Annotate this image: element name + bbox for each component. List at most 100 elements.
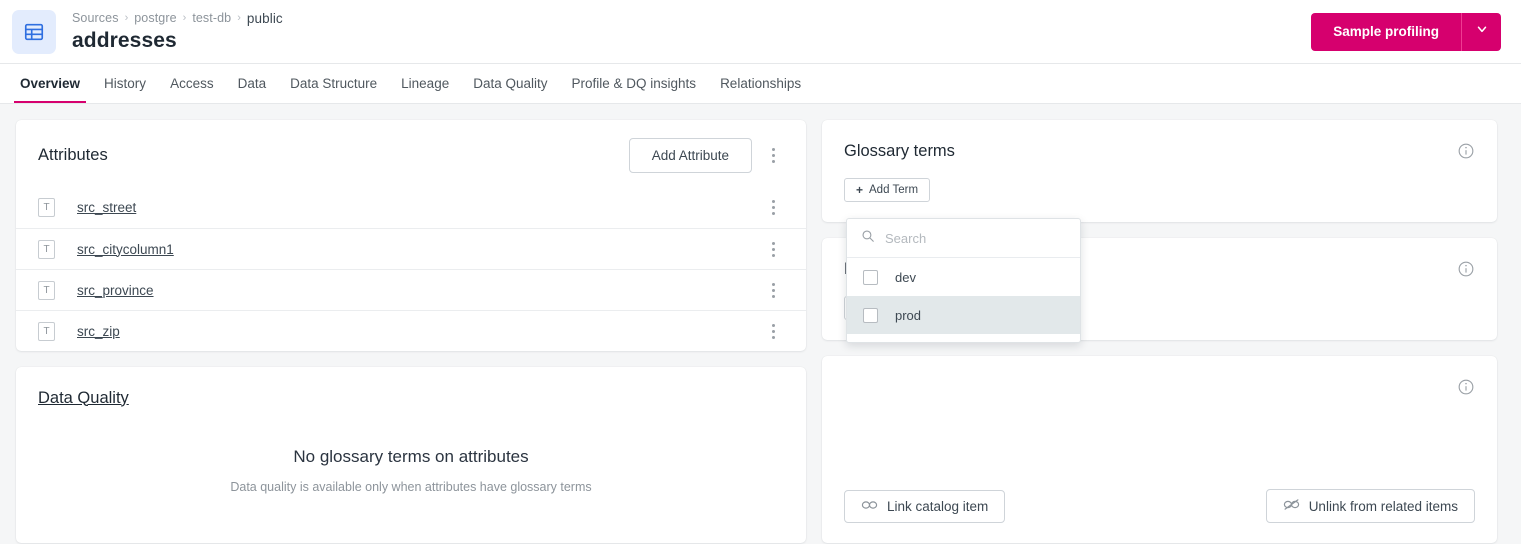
tab-relationships[interactable]: Relationships [708, 64, 813, 103]
add-term-button[interactable]: + Add Term [844, 178, 931, 202]
breadcrumb-separator: › [124, 11, 129, 24]
attribute-name-link[interactable]: src_province [77, 283, 154, 298]
glossary-terms-card-title: Glossary terms [844, 141, 955, 160]
breadcrumb-item-postgre[interactable]: postgre [134, 11, 176, 25]
link-icon [861, 499, 878, 514]
purpose-option-prod[interactable]: prod [847, 296, 1080, 334]
tab-label: Relationships [720, 76, 802, 91]
attribute-row-more-icon[interactable] [762, 277, 784, 303]
left-column: Attributes Add Attribute T src_street T … [16, 120, 806, 543]
tab-label: Access [170, 76, 214, 91]
table-icon [12, 9, 56, 54]
tab-label: History [104, 76, 147, 91]
link-catalog-item-label: Link catalog item [887, 498, 989, 514]
purpose-option-label: dev [895, 269, 916, 285]
attributes-card-actions: Add Attribute [628, 138, 784, 173]
attribute-row-more-icon[interactable] [762, 195, 784, 221]
attributes-list: T src_street T src_citycolumn1 T src_pro… [16, 187, 806, 351]
table-row[interactable]: T src_province [16, 269, 806, 310]
attributes-card: Attributes Add Attribute T src_street T … [16, 120, 806, 351]
tab-bar: Overview History Access Data Data Struct… [0, 64, 1521, 104]
info-icon[interactable] [1457, 260, 1475, 278]
breadcrumb-item-public[interactable]: public [247, 11, 283, 26]
purpose-dropdown-search[interactable] [847, 219, 1080, 258]
tab-profile-dq-insights[interactable]: Profile & DQ insights [560, 64, 709, 103]
page-title: addresses [72, 29, 177, 52]
purpose-option-dev[interactable]: dev [847, 258, 1080, 296]
table-row[interactable]: T src_zip [16, 310, 806, 351]
info-icon[interactable] [1457, 378, 1475, 396]
sample-profiling-dropdown-button[interactable] [1461, 12, 1501, 51]
search-input[interactable] [885, 230, 1066, 246]
add-attribute-button[interactable]: Add Attribute [628, 138, 752, 173]
text-type-icon: T [38, 280, 55, 300]
checkbox[interactable] [863, 269, 878, 285]
table-row[interactable]: T src_street [16, 187, 806, 228]
plus-icon: + [856, 183, 864, 197]
breadcrumb-separator: › [237, 11, 241, 24]
chevron-down-icon [1475, 22, 1489, 41]
attribute-name-link[interactable]: src_street [77, 200, 136, 215]
tab-label: Lineage [401, 76, 450, 91]
purpose-dropdown: dev prod [846, 218, 1081, 343]
breadcrumb-item-test-db[interactable]: test-db [192, 11, 231, 25]
attribute-name-link[interactable]: src_zip [77, 324, 120, 339]
attribute-row-more-icon[interactable] [762, 318, 784, 344]
purpose-card-actions [1457, 260, 1475, 278]
data-quality-empty-state: No glossary terms on attributes Data qua… [16, 411, 806, 543]
tab-label: Overview [20, 76, 81, 91]
add-term-label: Add Term [869, 184, 919, 196]
unlink-icon [1283, 498, 1300, 514]
page-header: Sources › postgre › test-db › public add… [0, 0, 1521, 64]
glossary-terms-card-body: + Add Term [822, 164, 1497, 222]
related-items-card-actions [1457, 378, 1475, 396]
info-icon[interactable] [1457, 142, 1475, 160]
unlink-from-related-items-button[interactable]: Unlink from related items [1265, 489, 1475, 523]
tab-access[interactable]: Access [158, 64, 226, 103]
tab-data[interactable]: Data [226, 64, 279, 103]
purpose-dropdown-footer [847, 334, 1080, 342]
page-content: Attributes Add Attribute T src_street T … [0, 104, 1521, 543]
breadcrumb-item-sources[interactable]: Sources [72, 11, 119, 25]
checkbox[interactable] [863, 307, 878, 323]
attribute-name-link[interactable]: src_citycolumn1 [77, 242, 174, 257]
tab-data-quality[interactable]: Data Quality [461, 64, 559, 103]
tab-label: Data Quality [473, 76, 548, 91]
related-items-card: Link catalog item Unlink from related it… [822, 356, 1497, 543]
table-row[interactable]: T src_citycolumn1 [16, 228, 806, 269]
empty-state-subtitle: Data quality is available only when attr… [230, 479, 592, 494]
tab-overview[interactable]: Overview [8, 64, 92, 103]
related-items-card-footer: Link catalog item Unlink from related it… [822, 489, 1497, 543]
breadcrumb-separator: › [182, 11, 187, 24]
tab-data-structure[interactable]: Data Structure [278, 64, 389, 103]
glossary-terms-card-actions [1457, 142, 1475, 160]
attribute-row-more-icon[interactable] [762, 236, 784, 262]
data-quality-card: Data Quality No glossary terms on attrib… [16, 367, 806, 543]
glossary-terms-card-header: Glossary terms [822, 120, 1497, 164]
tab-label: Data [237, 76, 267, 91]
tab-lineage[interactable]: Lineage [389, 64, 461, 103]
header-actions: Sample profiling [1311, 12, 1501, 51]
empty-state-title: No glossary terms on attributes [293, 446, 529, 466]
sample-profiling-button[interactable]: Sample profiling [1311, 12, 1461, 51]
text-type-icon: T [38, 198, 55, 217]
title-block: Sources › postgre › test-db › public add… [72, 10, 283, 53]
related-items-card-header [822, 356, 1497, 400]
search-icon [861, 229, 875, 248]
right-column: Glossary terms + Add Term Link catalog i… [822, 120, 1497, 543]
purpose-option-label: prod [895, 307, 922, 323]
attributes-card-title: Attributes [38, 146, 108, 164]
link-catalog-item-button[interactable]: Link catalog item [844, 489, 1006, 523]
tab-label: Profile & DQ insights [571, 76, 697, 91]
tab-history[interactable]: History [92, 64, 158, 103]
glossary-terms-card: Glossary terms + Add Term [822, 120, 1497, 222]
unlink-from-related-items-label: Unlink from related items [1308, 498, 1458, 514]
attributes-card-more-icon[interactable] [762, 143, 784, 169]
text-type-icon: T [38, 239, 55, 259]
text-type-icon: T [38, 321, 55, 341]
breadcrumb: Sources › postgre › test-db › public [72, 10, 283, 26]
tab-label: Data Structure [290, 76, 378, 91]
attributes-card-header: Attributes Add Attribute [16, 120, 806, 173]
data-quality-card-title[interactable]: Data Quality [38, 389, 129, 408]
data-quality-card-header: Data Quality [16, 367, 806, 411]
